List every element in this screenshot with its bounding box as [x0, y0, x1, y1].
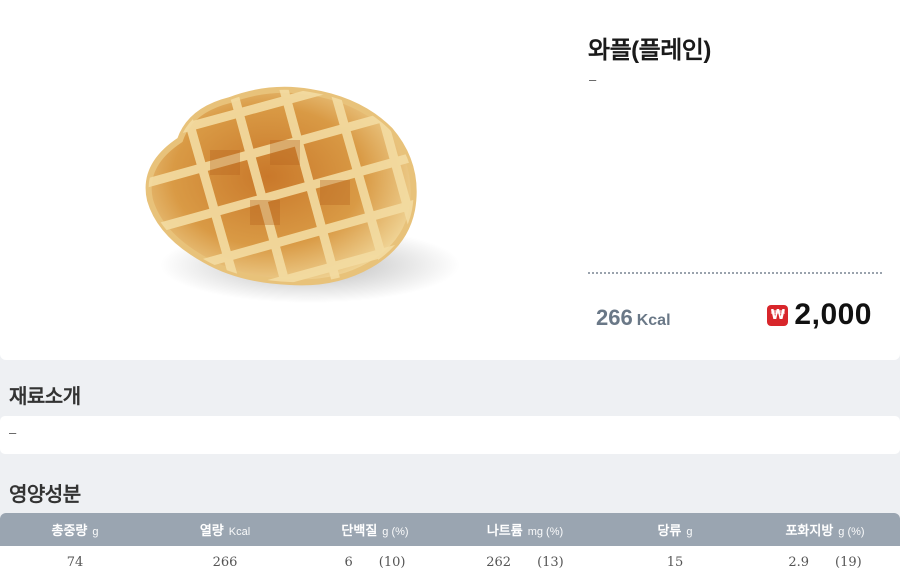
cell-value: 74	[66, 554, 84, 570]
nutrition-table: 총중량 g 열량 Kcal 단백질 g (%) 나트륨 mg (%) 당류 g 포화지방 g…	[0, 513, 900, 574]
header-calories: 열량 Kcal	[150, 520, 300, 539]
cell-value: 266	[212, 554, 238, 570]
cell-percent: (13)	[537, 554, 564, 570]
header-unit: g (%)	[838, 526, 865, 538]
product-description: –	[589, 72, 597, 87]
nutrition-table-header: 총중량 g 열량 Kcal 단백질 g (%) 나트륨 mg (%) 당류 g 포화지방 g…	[0, 513, 900, 546]
header-label: 당류	[657, 523, 682, 538]
ingredients-box: –	[0, 416, 900, 454]
price-value: 2,000	[794, 298, 872, 331]
header-unit: mg (%)	[527, 526, 564, 538]
calorie-info: 266 Kcal	[596, 305, 671, 331]
header-unit: g (%)	[382, 526, 409, 538]
calorie-unit: Kcal	[636, 312, 671, 329]
header-label: 나트륨	[486, 523, 523, 538]
cell-percent: (19)	[835, 554, 862, 570]
header-unit: g	[92, 526, 99, 538]
cell-value: 6	[344, 554, 353, 570]
header-label: 단백질	[341, 523, 378, 538]
product-card: 와플(플레인) – 266 Kcal ₩ 2,000	[0, 0, 900, 360]
cell-total-weight: 74	[0, 555, 150, 570]
won-icon: ₩	[767, 304, 789, 326]
header-saturated-fat: 포화지방 g (%)	[750, 520, 900, 539]
cell-value: 15	[666, 554, 684, 570]
waffle-icon	[145, 86, 460, 303]
dotted-divider	[588, 272, 882, 274]
header-unit: g	[686, 526, 693, 538]
cell-saturated-fat: 2.9 (19)	[750, 555, 900, 570]
header-label: 열량	[199, 523, 224, 538]
calorie-value: 266	[596, 305, 633, 330]
cell-sodium: 262 (13)	[450, 555, 600, 570]
header-protein: 단백질 g (%)	[300, 520, 450, 539]
cell-calories: 266	[150, 555, 300, 570]
product-name: 와플(플레인)	[588, 37, 711, 64]
cell-sugars: 15	[600, 555, 750, 570]
header-sugars: 당류 g	[600, 520, 750, 539]
cell-percent: (10)	[378, 554, 406, 570]
table-row: 74 266 6 (10) 262 (13) 15 2.9 (19)	[0, 546, 900, 574]
header-total-weight: 총중량 g	[0, 520, 150, 539]
ingredients-text: –	[9, 425, 17, 440]
cell-value: 2.9	[788, 554, 809, 570]
header-label: 총중량	[51, 523, 88, 538]
cell-value: 262	[486, 554, 512, 570]
header-unit: Kcal	[228, 526, 251, 538]
header-sodium: 나트륨 mg (%)	[450, 520, 600, 539]
price-info: ₩ 2,000	[767, 298, 872, 332]
header-label: 포화지방	[785, 523, 834, 538]
ingredients-title: 재료소개	[9, 386, 81, 408]
nutrition-title: 영양성분	[9, 484, 81, 506]
cell-protein: 6 (10)	[300, 555, 450, 570]
